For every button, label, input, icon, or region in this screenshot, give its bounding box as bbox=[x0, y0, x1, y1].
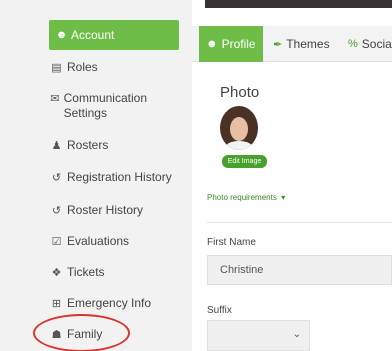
sidebar-item-tickets[interactable]: ❖ Tickets bbox=[50, 265, 105, 279]
header-image bbox=[205, 0, 392, 8]
edit-image-button[interactable]: Edit Image bbox=[222, 155, 267, 168]
sidebar-item-label: Evaluations bbox=[67, 234, 130, 248]
sidebar-item-label: Registration History bbox=[67, 170, 172, 184]
suffix-select[interactable]: ⌄ bbox=[207, 320, 310, 351]
sidebar-item-label: Communication Settings bbox=[63, 91, 147, 120]
annotation-circle bbox=[33, 314, 130, 351]
sidebar-item-label: Tickets bbox=[67, 265, 105, 279]
plus-square-icon: ⊞ bbox=[51, 297, 62, 310]
tab-label: Social bbox=[361, 37, 392, 51]
envelope-icon: ✉ bbox=[50, 93, 60, 105]
photo-heading: Photo bbox=[220, 84, 260, 101]
user-circle-icon: ☻ bbox=[206, 38, 218, 50]
tab-label: Profile bbox=[221, 37, 256, 51]
sidebar-item-label: Roles bbox=[67, 60, 98, 74]
first-name-value: Christine bbox=[220, 264, 264, 276]
photo-requirements-label: Photo requirements bbox=[207, 193, 277, 202]
avatar-shoulder bbox=[225, 141, 253, 150]
sidebar-item-roles[interactable]: ▤ Roles bbox=[50, 60, 98, 74]
user-circle-icon: ☻ bbox=[55, 29, 68, 41]
history-icon: ↺ bbox=[51, 171, 62, 184]
caret-down-icon: ▾ bbox=[279, 193, 286, 202]
tab-social[interactable]: % Social bbox=[348, 26, 392, 62]
sidebar-item-account[interactable]: ☻ Account bbox=[49, 20, 179, 50]
history-icon: ↺ bbox=[51, 204, 62, 217]
users-icon: ♟ bbox=[51, 139, 62, 152]
sidebar-item-communication-settings[interactable]: ✉ Communication Settings bbox=[50, 91, 160, 121]
first-name-field[interactable]: Christine bbox=[207, 255, 392, 285]
first-name-label: First Name bbox=[207, 237, 256, 248]
brush-icon: ✒ bbox=[273, 38, 283, 51]
divider bbox=[207, 222, 392, 223]
sidebar-item-label: Account bbox=[71, 28, 115, 42]
tab-themes[interactable]: ✒ Themes bbox=[273, 26, 330, 62]
suffix-label: Suffix bbox=[207, 305, 232, 316]
sidebar-item-registration-history[interactable]: ↺ Registration History bbox=[50, 170, 172, 184]
sidebar-item-label: Emergency Info bbox=[67, 296, 152, 310]
sidebar-item-emergency-info[interactable]: ⊞ Emergency Info bbox=[50, 296, 151, 310]
tab-label: Themes bbox=[286, 37, 330, 51]
sidebar-item-label: Roster History bbox=[67, 203, 144, 217]
sidebar-item-evaluations[interactable]: ☑ Evaluations bbox=[50, 234, 129, 248]
ticket-icon: ❖ bbox=[51, 266, 62, 279]
id-card-icon: ▤ bbox=[51, 61, 62, 74]
photo-requirements-toggle[interactable]: Photo requirements ▾ bbox=[207, 193, 285, 202]
tab-profile[interactable]: ☻ Profile bbox=[199, 26, 263, 62]
avatar-face bbox=[230, 117, 248, 141]
sidebar-item-label: Rosters bbox=[67, 138, 109, 152]
avatar bbox=[220, 106, 258, 150]
calendar-check-icon: ☑ bbox=[51, 235, 62, 248]
sidebar-item-roster-history[interactable]: ↺ Roster History bbox=[50, 203, 143, 217]
chevron-down-icon: ⌄ bbox=[292, 329, 301, 340]
sidebar-item-rosters[interactable]: ♟ Rosters bbox=[50, 138, 109, 152]
share-icon: % bbox=[348, 38, 358, 50]
